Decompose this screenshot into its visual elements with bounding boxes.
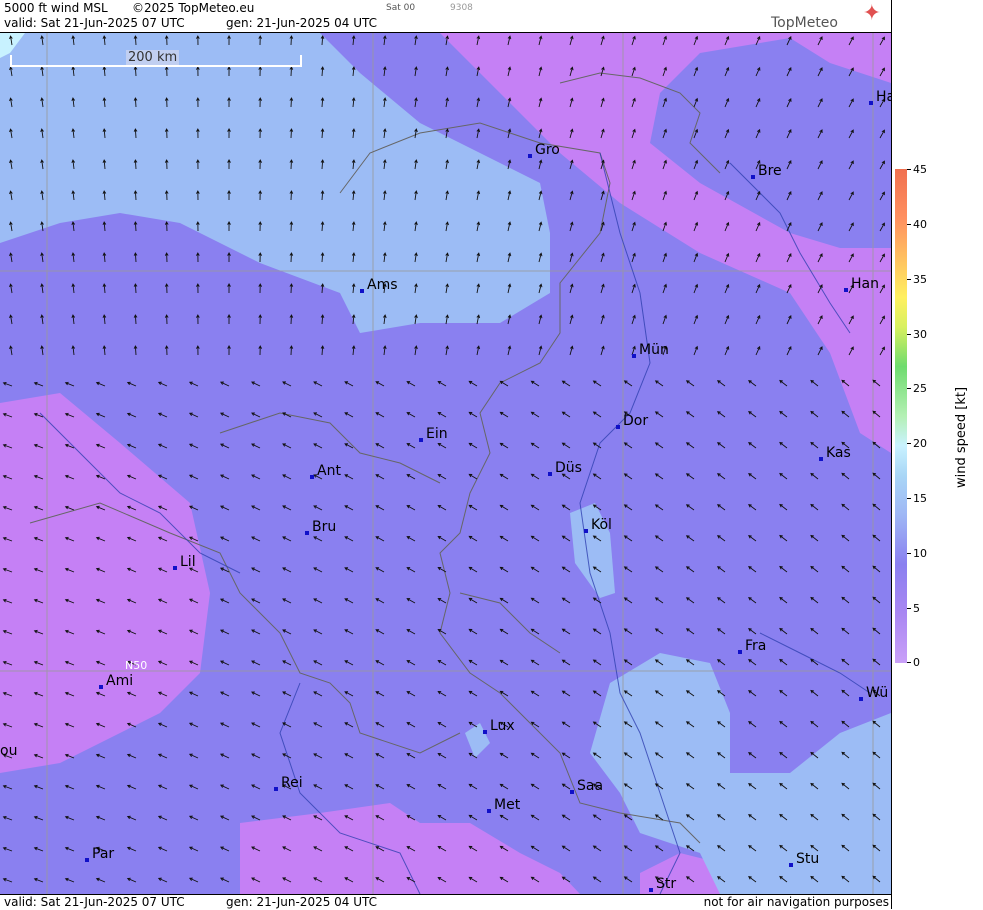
city-luxembourg[interactable]: Lux xyxy=(483,718,515,734)
code-label: 9308 xyxy=(450,3,473,13)
city-hannover[interactable]: Han xyxy=(844,276,879,292)
city-saarbruecken[interactable]: Saa xyxy=(570,778,603,794)
city-marker-icon xyxy=(483,730,487,734)
city-bruxelles[interactable]: Bru xyxy=(305,519,336,535)
latitude-label: N50 xyxy=(125,659,148,672)
city-marker-icon xyxy=(305,531,309,535)
logo-text: TopMeteo xyxy=(771,15,838,31)
legend-tick: 45 xyxy=(907,163,927,176)
city-antwerpen[interactable]: Ant xyxy=(310,463,341,479)
city-metz[interactable]: Met xyxy=(487,797,520,813)
legend-tick: 30 xyxy=(907,328,927,341)
city-paris[interactable]: Par xyxy=(85,846,114,862)
city-marker-icon xyxy=(360,289,364,293)
city-hamburg[interactable]: Ha xyxy=(869,89,891,105)
city-frankfurt[interactable]: Fra xyxy=(738,638,766,654)
city-marker-icon xyxy=(548,472,552,476)
city-marker-icon xyxy=(487,809,491,813)
city-marker-icon xyxy=(173,566,177,570)
city-bremen[interactable]: Bre xyxy=(751,163,782,179)
city-marker-icon xyxy=(649,888,653,892)
legend-tick: 15 xyxy=(907,492,927,505)
city-wuerzburg[interactable]: Wü xyxy=(859,685,888,701)
city-marker-icon xyxy=(819,457,823,461)
city-marker-icon xyxy=(751,175,755,179)
compass-star-icon: ✦ xyxy=(862,1,881,26)
legend-tick: 10 xyxy=(907,547,927,560)
legend-tick: 40 xyxy=(907,218,927,231)
city-marker-icon xyxy=(789,863,793,867)
product-title: 5000 ft wind MSL xyxy=(4,1,108,15)
legend-color-bar xyxy=(895,169,907,663)
legend-tick: 5 xyxy=(907,602,920,615)
wind-map[interactable]: 200 km N50 Gro Bre Ha Ams Han Mün Ein Do… xyxy=(0,33,891,894)
city-duesseldorf[interactable]: Düs xyxy=(548,460,582,476)
city-marker-icon xyxy=(310,475,314,479)
city-marker-icon xyxy=(844,288,848,292)
footer-generated-time: gen: 21-Jun-2025 04 UTC xyxy=(226,895,378,909)
city-marker-icon xyxy=(570,790,574,794)
wind-speed-legend: 45 40 35 30 25 20 15 10 5 0 wind speed [… xyxy=(891,0,983,909)
city-partial-west[interactable]: ou xyxy=(0,743,17,759)
city-marker-icon xyxy=(419,438,423,442)
satellite-label: Sat 00 xyxy=(386,3,416,13)
legend-title: wind speed [kt] xyxy=(954,386,969,488)
city-reims[interactable]: Rei xyxy=(274,775,303,791)
city-marker-icon xyxy=(859,697,863,701)
city-marker-icon xyxy=(99,685,103,689)
city-dortmund[interactable]: Dor xyxy=(616,413,648,429)
city-strasbourg[interactable]: Str xyxy=(649,876,676,892)
footer-valid-time: valid: Sat 21-Jun-2025 07 UTC xyxy=(4,895,185,909)
city-marker-icon xyxy=(632,354,636,358)
city-stuttgart[interactable]: Stu xyxy=(789,851,819,867)
legend-tick: 0 xyxy=(907,656,920,669)
legend-tick: 35 xyxy=(907,273,927,286)
city-amsterdam[interactable]: Ams xyxy=(360,277,398,293)
copyright-label: ©2025 TopMeteo.eu xyxy=(132,1,255,15)
city-koeln[interactable]: Köl xyxy=(584,517,612,533)
city-marker-icon xyxy=(738,650,742,654)
footer-disclaimer: not for air navigation purposes xyxy=(703,895,889,909)
city-marker-icon xyxy=(85,858,89,862)
city-muenster[interactable]: Mün xyxy=(632,342,669,358)
valid-time: valid: Sat 21-Jun-2025 07 UTC xyxy=(4,16,185,30)
city-marker-icon xyxy=(584,529,588,533)
legend-tick: 25 xyxy=(907,382,927,395)
map-header: 5000 ft wind MSL ©2025 TopMeteo.eu Sat 0… xyxy=(0,0,891,33)
legend-tick: 20 xyxy=(907,437,927,450)
scale-label: 200 km xyxy=(126,50,180,65)
city-marker-icon xyxy=(616,425,620,429)
city-marker-icon xyxy=(528,154,532,158)
generated-time: gen: 21-Jun-2025 04 UTC xyxy=(226,16,378,30)
map-footer: valid: Sat 21-Jun-2025 07 UTC gen: 21-Ju… xyxy=(0,894,891,910)
city-lille[interactable]: Lil xyxy=(173,554,196,570)
city-marker-icon xyxy=(274,787,278,791)
topmeteo-logo[interactable]: TopMeteo ✦ xyxy=(771,1,881,32)
city-kassel[interactable]: Kas xyxy=(819,445,851,461)
city-eindhoven[interactable]: Ein xyxy=(419,426,448,442)
city-groningen[interactable]: Gro xyxy=(528,142,560,158)
city-amiens[interactable]: Ami xyxy=(99,673,133,689)
city-marker-icon xyxy=(869,101,873,105)
